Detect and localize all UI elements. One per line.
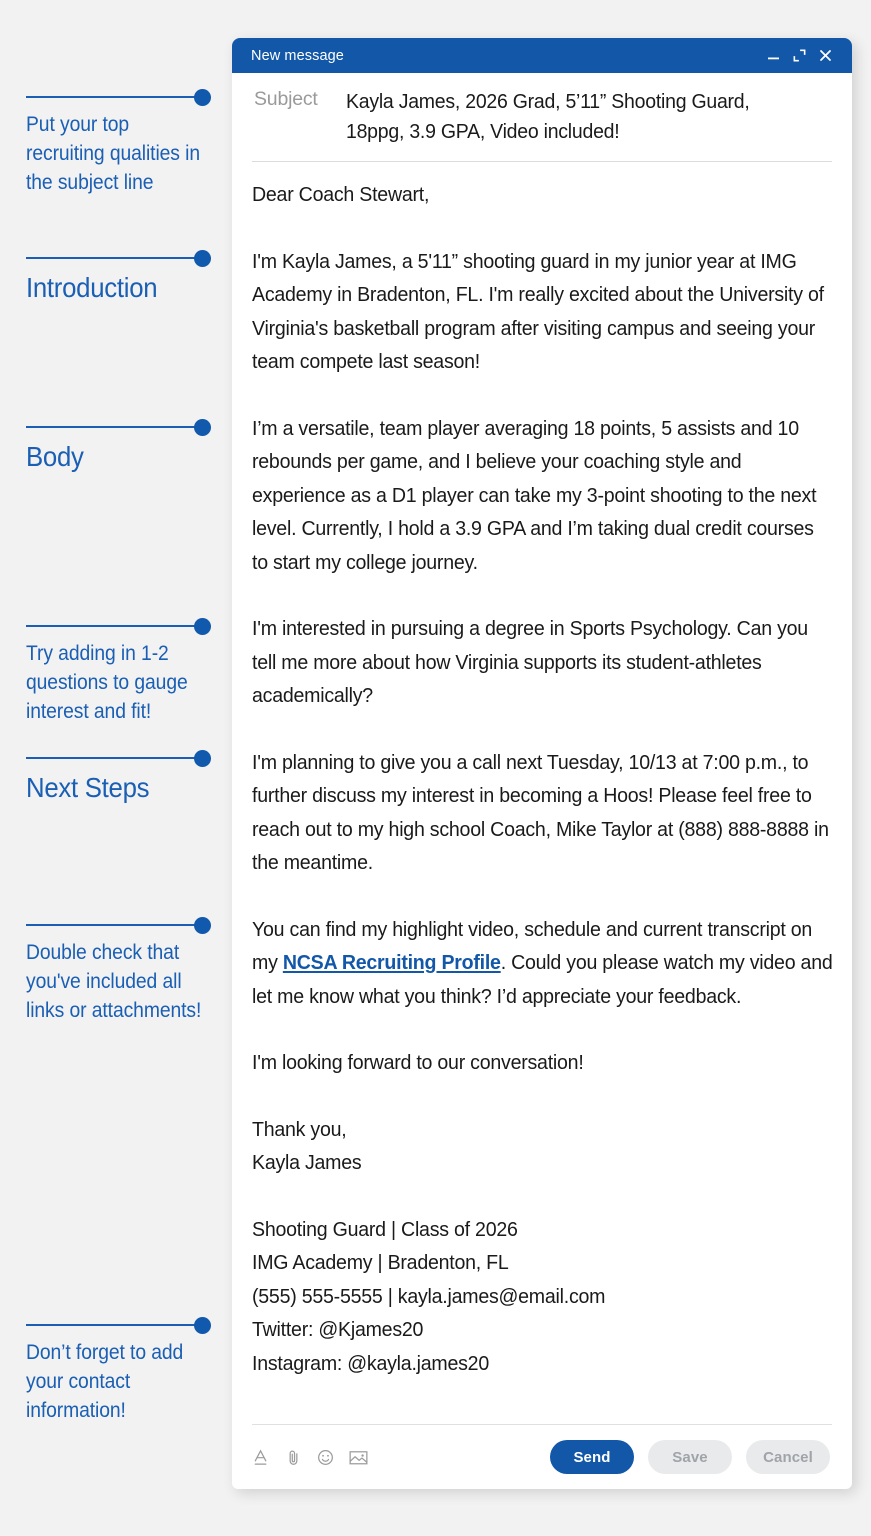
body-closing-paragraph: I'm looking forward to our conversation! bbox=[252, 1051, 584, 1074]
image-icon[interactable] bbox=[348, 1448, 369, 1467]
annotation-dot-icon bbox=[194, 618, 211, 635]
annotation-rule bbox=[26, 88, 216, 106]
annotation-label: Body bbox=[26, 441, 84, 472]
emoji-icon[interactable] bbox=[316, 1448, 335, 1467]
send-button[interactable]: Send bbox=[550, 1440, 634, 1474]
annotation-line bbox=[26, 924, 202, 926]
save-button[interactable]: Save bbox=[648, 1440, 732, 1474]
annotation-item-links: Double check that you've included all li… bbox=[0, 916, 232, 1025]
annotation-line bbox=[26, 257, 202, 259]
annotation-item-contact: Don’t forget to add your contact informa… bbox=[0, 1316, 232, 1425]
minimize-icon[interactable] bbox=[760, 44, 786, 68]
annotation-label: Put your top recruiting qualities in the… bbox=[26, 113, 201, 194]
body-greeting: Dear Coach Stewart, bbox=[252, 183, 430, 206]
signature-line-3: (555) 555-5555 | kayla.james@email.com bbox=[252, 1284, 606, 1308]
annotation-label: Introduction bbox=[26, 272, 158, 303]
subject-label: Subject bbox=[254, 88, 318, 110]
annotation-label: Double check that you've included all li… bbox=[26, 941, 202, 1022]
body-intro-paragraph: I'm Kayla James, a 5'11” shooting guard … bbox=[252, 249, 824, 374]
annotation-item-next-steps: Next Steps bbox=[0, 749, 232, 805]
annotation-item-body: Body bbox=[0, 418, 232, 474]
annotation-line bbox=[26, 426, 202, 428]
maximize-icon[interactable] bbox=[786, 44, 812, 68]
compose-footer: Send Save Cancel bbox=[232, 1425, 852, 1489]
ncsa-recruiting-profile-link[interactable]: NCSA Recruiting Profile bbox=[283, 951, 501, 974]
signature-line-2: IMG Academy | Bradenton, FL bbox=[252, 1251, 509, 1274]
annotation-label: Don’t forget to add your contact informa… bbox=[26, 1341, 184, 1422]
cancel-button[interactable]: Cancel bbox=[746, 1440, 830, 1474]
compose-titlebar: New message bbox=[232, 38, 852, 73]
close-icon[interactable] bbox=[812, 44, 838, 68]
body-next-steps-paragraph: I'm planning to give you a call next Tue… bbox=[252, 750, 829, 875]
annotation-dot-icon bbox=[194, 917, 211, 934]
window-title: New message bbox=[251, 47, 344, 64]
annotation-line bbox=[26, 96, 202, 98]
annotation-dot-icon bbox=[194, 419, 211, 436]
annotation-rule bbox=[26, 418, 216, 436]
compose-window: New message Subject Kayla James, 2026 Gr… bbox=[232, 38, 852, 1489]
body-main-paragraph: I’m a versatile, team player averaging 1… bbox=[252, 416, 817, 574]
signature-line-4: Twitter: @Kjames20 bbox=[252, 1318, 424, 1341]
annotation-dot-icon bbox=[194, 250, 211, 267]
body-link-paragraph: You can find my highlight video, schedul… bbox=[252, 913, 833, 1014]
subject-row[interactable]: Subject Kayla James, 2026 Grad, 5’11” Sh… bbox=[232, 73, 852, 147]
annotation-rule bbox=[26, 749, 216, 767]
annotation-rule bbox=[26, 249, 216, 267]
annotation-label: Try adding in 1-2 questions to gauge int… bbox=[26, 642, 188, 723]
annotation-rule bbox=[26, 1316, 216, 1334]
message-body[interactable]: Dear Coach Stewart, I'm Kayla James, a 5… bbox=[232, 162, 852, 1424]
body-question-paragraph: I'm interested in pursuing a degree in S… bbox=[252, 617, 808, 707]
page-root: Put your top recruiting qualities in the… bbox=[0, 0, 871, 1536]
annotation-sidebar: Put your top recruiting qualities in the… bbox=[0, 0, 232, 1536]
signature-line-5: Instagram: @kayla.james20 bbox=[252, 1351, 489, 1375]
annotation-line bbox=[26, 625, 202, 627]
annotation-dot-icon bbox=[194, 89, 211, 106]
subject-input[interactable]: Kayla James, 2026 Grad, 5’11” Shooting G… bbox=[346, 87, 806, 147]
text-format-icon[interactable] bbox=[252, 1448, 271, 1467]
annotation-line bbox=[26, 1324, 202, 1326]
annotation-label: Next Steps bbox=[26, 772, 150, 803]
annotation-rule bbox=[26, 916, 216, 934]
footer-actions: Send Save Cancel bbox=[550, 1440, 830, 1474]
annotation-item-questions: Try adding in 1-2 questions to gauge int… bbox=[0, 617, 232, 726]
annotation-line bbox=[26, 757, 202, 759]
attachment-icon[interactable] bbox=[284, 1448, 303, 1467]
annotation-dot-icon bbox=[194, 1317, 211, 1334]
annotation-item-subject: Put your top recruiting qualities in the… bbox=[0, 88, 232, 197]
compose-toolbar bbox=[252, 1448, 550, 1467]
annotation-dot-icon bbox=[194, 750, 211, 767]
body-signoff: Thank you, bbox=[252, 1117, 347, 1141]
signature-line-1: Shooting Guard | Class of 2026 bbox=[252, 1217, 518, 1241]
body-signer: Kayla James bbox=[252, 1151, 362, 1174]
annotation-rule bbox=[26, 617, 216, 635]
annotation-item-introduction: Introduction bbox=[0, 249, 232, 305]
